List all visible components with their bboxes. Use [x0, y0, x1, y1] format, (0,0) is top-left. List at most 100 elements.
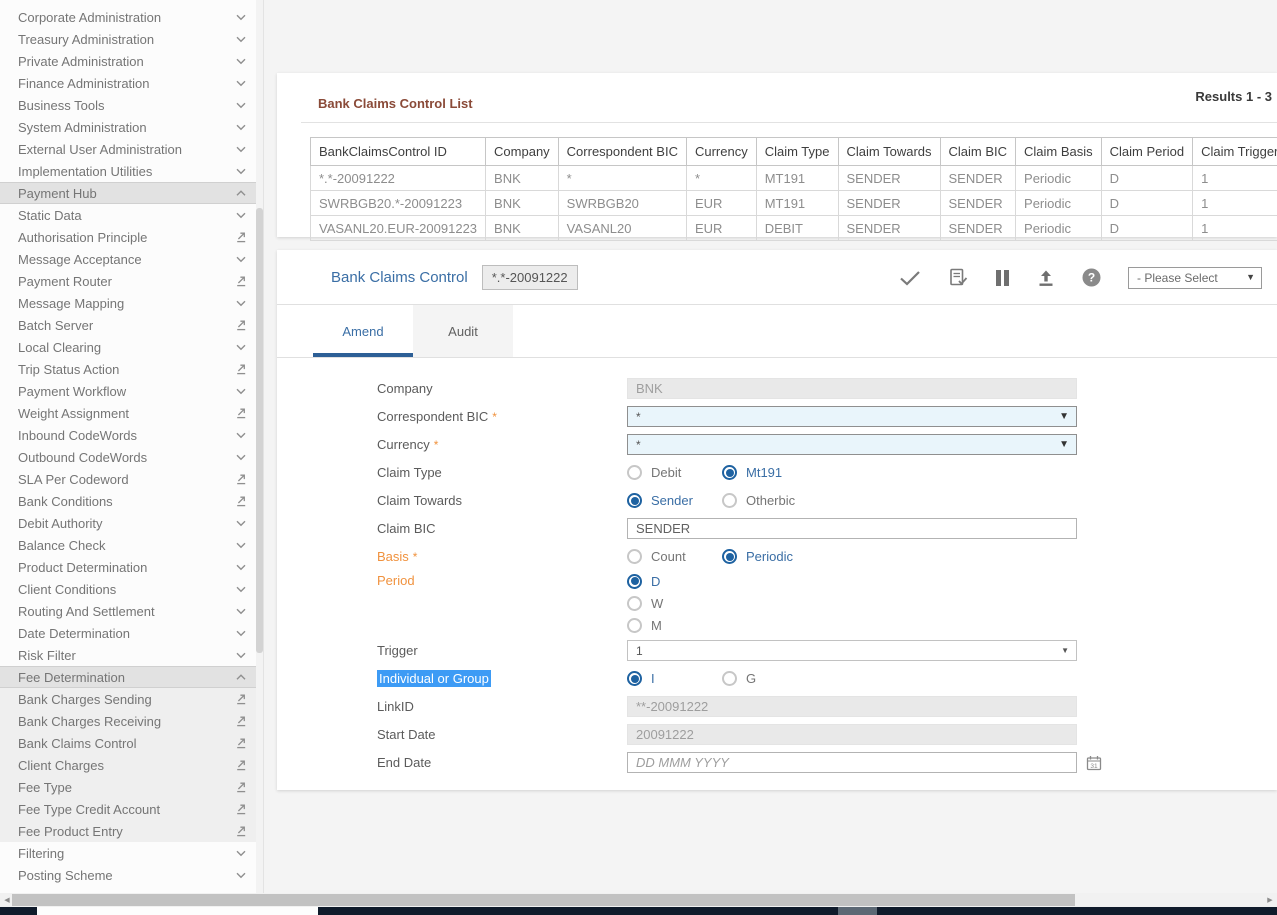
sidebar-item-batch-server[interactable]: Batch Server [0, 314, 263, 336]
field-label-end-date: End Date [377, 755, 627, 770]
correspondent-bic-select[interactable]: *▼ [627, 406, 1077, 427]
sidebar-item-bank-claims-control[interactable]: Bank Claims Control [0, 732, 263, 754]
radio-option-label: I [651, 671, 655, 686]
sidebar-item-private-administration[interactable]: Private Administration [0, 50, 263, 72]
sidebar-item-payment-workflow[interactable]: Payment Workflow [0, 380, 263, 402]
radio-selected-icon[interactable] [627, 574, 642, 589]
tab-amend[interactable]: Amend [313, 305, 413, 357]
svg-text:31: 31 [1090, 762, 1098, 769]
radio-claim-towards-sender[interactable]: Sender [627, 493, 722, 508]
radio-selected-icon[interactable] [722, 549, 737, 564]
sidebar-item-finance-administration[interactable]: Finance Administration [0, 72, 263, 94]
radio-selected-icon[interactable] [627, 493, 642, 508]
radio-individual-or-group-i[interactable]: I [627, 671, 722, 686]
end-date-field[interactable] [627, 752, 1077, 773]
sidebar-item-client-charges[interactable]: Client Charges [0, 754, 263, 776]
radio-basis-periodic[interactable]: Periodic [722, 549, 817, 564]
sidebar-item-routing-and-settlement[interactable]: Routing And Settlement [0, 600, 263, 622]
horizontal-scrollbar-thumb[interactable] [12, 894, 1075, 906]
radio-option-label: Periodic [746, 549, 793, 564]
scroll-right-arrow[interactable]: ▶ [1263, 893, 1277, 907]
sidebar-item-static-data[interactable]: Static Data [0, 204, 263, 226]
radio-selected-icon[interactable] [722, 465, 737, 480]
tab-audit[interactable]: Audit [413, 305, 513, 357]
sidebar-item-debit-authority[interactable]: Debit Authority [0, 512, 263, 534]
radio-period-d[interactable]: D [627, 571, 674, 591]
required-asterisk: * [492, 410, 497, 424]
calendar-icon[interactable]: 31 [1086, 755, 1102, 771]
radio-unselected-icon[interactable] [627, 618, 642, 633]
sidebar-item-fee-type[interactable]: Fee Type [0, 776, 263, 798]
caret-down-icon: ▼ [1061, 647, 1069, 655]
radio-unselected-icon[interactable] [627, 549, 642, 564]
radio-unselected-icon[interactable] [722, 493, 737, 508]
sidebar-item-posting-scheme[interactable]: Posting Scheme [0, 864, 263, 886]
sidebar-item-message-acceptance[interactable]: Message Acceptance [0, 248, 263, 270]
claim-bic-field[interactable] [627, 518, 1077, 539]
chevron-down-icon [235, 253, 247, 265]
sidebar-item-corporate-administration[interactable]: Corporate Administration [0, 6, 263, 28]
sidebar-item-external-user-administration[interactable]: External User Administration [0, 138, 263, 160]
sidebar-item-outbound-codewords[interactable]: Outbound CodeWords [0, 446, 263, 468]
sidebar-scrollbar-thumb[interactable] [256, 208, 263, 653]
verify-document-icon[interactable] [948, 268, 968, 287]
sidebar-item-payment-router[interactable]: Payment Router [0, 270, 263, 292]
field-row-claim-towards: Claim TowardsSenderOtherbic [377, 487, 1277, 514]
radio-option-label: Mt191 [746, 465, 782, 480]
radio-claim-type-mt191[interactable]: Mt191 [722, 465, 817, 480]
sidebar-item-fee-product-entry[interactable]: Fee Product Entry [0, 820, 263, 842]
sidebar-item-label: Product Determination [18, 560, 147, 575]
sidebar-item-filtering[interactable]: Filtering [0, 842, 263, 864]
hold-pause-icon[interactable] [995, 269, 1010, 287]
radio-period-m[interactable]: M [627, 615, 676, 635]
table-cell: EUR [686, 191, 756, 216]
sidebar-item-bank-conditions[interactable]: Bank Conditions [0, 490, 263, 512]
sidebar-item-payment-hub[interactable]: Payment Hub [0, 182, 263, 204]
sidebar-item-system-administration[interactable]: System Administration [0, 116, 263, 138]
sidebar-item-label: Message Mapping [18, 296, 124, 311]
currency-select[interactable]: *▼ [627, 434, 1077, 455]
sidebar-item-client-conditions[interactable]: Client Conditions [0, 578, 263, 600]
horizontal-scrollbar[interactable]: ◀ ▶ [0, 893, 1277, 907]
popout-icon [235, 231, 247, 243]
sidebar-item-weight-assignment[interactable]: Weight Assignment [0, 402, 263, 424]
sidebar-item-bank-charges-sending[interactable]: Bank Charges Sending [0, 688, 263, 710]
sidebar-item-business-tools[interactable]: Business Tools [0, 94, 263, 116]
sidebar-item-sla-per-codeword[interactable]: SLA Per Codeword [0, 468, 263, 490]
help-icon[interactable]: ? [1082, 268, 1101, 287]
radio-unselected-icon[interactable] [627, 465, 642, 480]
sidebar-item-date-determination[interactable]: Date Determination [0, 622, 263, 644]
trigger-select[interactable]: 1▼ [627, 640, 1077, 661]
radio-individual-or-group-g[interactable]: G [722, 671, 817, 686]
sidebar-item-label: Payment Hub [18, 186, 97, 201]
sidebar-item-local-clearing[interactable]: Local Clearing [0, 336, 263, 358]
confirm-check-icon[interactable] [899, 270, 921, 286]
sidebar-item-trip-status-action[interactable]: Trip Status Action [0, 358, 263, 380]
sidebar-item-implementation-utilities[interactable]: Implementation Utilities [0, 160, 263, 182]
record-id-chip: *.*-20091222 [482, 265, 578, 290]
sidebar-item-bank-charges-receiving[interactable]: Bank Charges Receiving [0, 710, 263, 732]
sidebar-item-message-mapping[interactable]: Message Mapping [0, 292, 263, 314]
sidebar-item-authorisation-principle[interactable]: Authorisation Principle [0, 226, 263, 248]
sidebar-item-fee-determination[interactable]: Fee Determination [0, 666, 263, 688]
radio-claim-towards-otherbic[interactable]: Otherbic [722, 493, 817, 508]
radio-claim-type-debit[interactable]: Debit [627, 465, 722, 480]
radio-selected-icon[interactable] [627, 671, 642, 686]
sidebar-scrollbar[interactable] [256, 0, 263, 893]
sidebar-item-inbound-codewords[interactable]: Inbound CodeWords [0, 424, 263, 446]
action-select[interactable]: - Please Select ▼ [1128, 267, 1262, 289]
popout-icon [235, 693, 247, 705]
upload-icon[interactable] [1037, 269, 1055, 287]
sidebar-item-risk-filter[interactable]: Risk Filter [0, 644, 263, 666]
radio-unselected-icon[interactable] [627, 596, 642, 611]
table-cell: * [686, 166, 756, 191]
radio-unselected-icon[interactable] [722, 671, 737, 686]
sidebar-item-treasury-administration[interactable]: Treasury Administration [0, 28, 263, 50]
radio-period-w[interactable]: W [627, 593, 677, 613]
radio-basis-count[interactable]: Count [627, 549, 722, 564]
sidebar-item-balance-check[interactable]: Balance Check [0, 534, 263, 556]
sidebar-item-product-determination[interactable]: Product Determination [0, 556, 263, 578]
field-label-start-date: Start Date [377, 727, 627, 742]
sidebar-item-fee-type-credit-account[interactable]: Fee Type Credit Account [0, 798, 263, 820]
basis-radio-group: Count Periodic [627, 549, 817, 564]
